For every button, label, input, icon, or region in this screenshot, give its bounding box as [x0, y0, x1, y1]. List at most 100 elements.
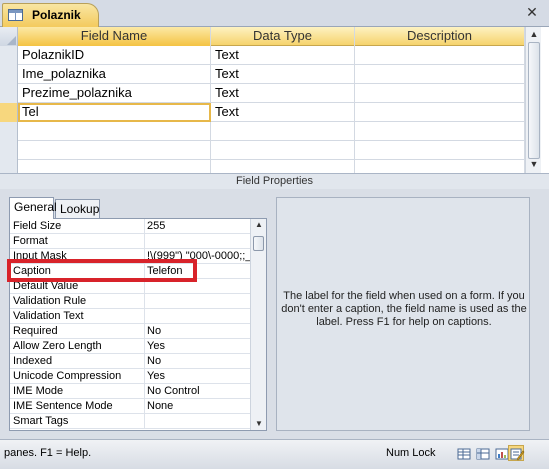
description-cell[interactable] [355, 160, 525, 173]
property-label: Field Size [13, 220, 62, 232]
table-design-grid: Field Name Data Type Description Polazni… [0, 27, 549, 173]
scroll-down-arrow-icon[interactable]: ▼ [526, 157, 542, 171]
tab-general[interactable]: General [9, 197, 57, 219]
row-selector[interactable] [0, 46, 18, 65]
property-value[interactable]: Yes [144, 369, 250, 384]
row-selector[interactable] [0, 84, 18, 103]
scroll-thumb[interactable] [253, 236, 264, 251]
data-type-cell[interactable]: Text [211, 103, 355, 122]
field-name-cell[interactable] [18, 160, 211, 173]
property-value[interactable] [144, 414, 250, 429]
row-selector[interactable] [0, 65, 18, 84]
data-type-cell[interactable] [211, 122, 355, 141]
status-bar: panes. F1 = Help. Num Lock [0, 439, 549, 469]
table-row[interactable]: PolaznikID Text [0, 46, 525, 65]
header-field-name[interactable]: Field Name [18, 27, 211, 46]
property-value[interactable]: Yes [144, 339, 250, 354]
table-icon [8, 9, 23, 21]
property-label: Format [13, 235, 48, 247]
design-view-icon[interactable] [508, 445, 525, 461]
property-value[interactable] [144, 309, 250, 324]
property-label: Smart Tags [13, 415, 69, 427]
description-cell[interactable] [355, 65, 525, 84]
properties-scrollbar[interactable]: ▲ ▼ [250, 219, 266, 430]
description-cell[interactable] [355, 141, 525, 160]
property-row[interactable]: Validation Text [10, 309, 250, 324]
scroll-up-arrow-icon[interactable]: ▲ [526, 27, 542, 41]
property-help-panel: The label for the field when used on a f… [276, 197, 530, 431]
data-type-cell[interactable] [211, 160, 355, 173]
tab-title: Polaznik [32, 8, 81, 22]
property-label: Validation Rule [13, 295, 87, 307]
field-name-cell[interactable]: Prezime_polaznika [18, 84, 211, 103]
property-row[interactable]: Validation Rule [10, 294, 250, 309]
help-text: The label for the field when used on a f… [281, 290, 527, 328]
property-value[interactable]: None [144, 399, 250, 414]
header-data-type[interactable]: Data Type [211, 27, 355, 46]
scroll-down-arrow-icon[interactable]: ▼ [251, 418, 267, 430]
document-tab-strip: Polaznik ✕ [0, 0, 549, 28]
status-text: panes. F1 = Help. [4, 447, 92, 459]
data-type-cell[interactable]: Text [211, 84, 355, 103]
scroll-thumb[interactable] [528, 42, 540, 159]
property-value[interactable]: No Control [144, 384, 250, 399]
field-properties-title: Field Properties [0, 173, 549, 189]
field-name-cell[interactable]: Tel [18, 103, 211, 122]
close-icon[interactable]: ✕ [525, 5, 539, 19]
description-cell[interactable] [355, 103, 525, 122]
field-name-cell[interactable] [18, 122, 211, 141]
field-name-cell[interactable]: PolaznikID [18, 46, 211, 65]
tab-lookup[interactable]: Lookup [55, 199, 100, 218]
header-description[interactable]: Description [355, 27, 525, 46]
pivot-chart-view-icon[interactable] [493, 445, 509, 461]
data-type-cell[interactable]: Text [211, 65, 355, 84]
empty-row[interactable] [0, 122, 525, 141]
property-value[interactable]: No [144, 324, 250, 339]
property-row[interactable]: Allow Zero Length Yes [10, 339, 250, 354]
property-sheet: Field Size 255 Format Input Mask !\(999") … [9, 218, 267, 431]
grid-header-row: Field Name Data Type Description [0, 27, 525, 46]
row-selector[interactable] [0, 141, 18, 160]
table-row[interactable]: Ime_polaznika Text [0, 65, 525, 84]
num-lock-indicator: Num Lock [386, 447, 436, 459]
property-row[interactable]: Field Size 255 [10, 219, 250, 234]
property-value[interactable] [144, 234, 250, 249]
property-label: Indexed [13, 355, 53, 367]
row-selector[interactable] [0, 122, 18, 141]
field-name-cell[interactable]: Ime_polaznika [18, 65, 211, 84]
property-row[interactable]: Indexed No [10, 354, 250, 369]
property-row[interactable]: Format [10, 234, 250, 249]
property-row[interactable]: Required No [10, 324, 250, 339]
property-value[interactable]: No [144, 354, 250, 369]
property-row[interactable]: IME Mode No Control [10, 384, 250, 399]
property-row[interactable]: Unicode Compression Yes [10, 369, 250, 384]
row-selector-active[interactable] [0, 103, 18, 122]
data-type-cell[interactable] [211, 141, 355, 160]
property-label: IME Mode [13, 385, 64, 397]
property-label: Allow Zero Length [13, 340, 102, 352]
field-name-cell[interactable] [18, 141, 211, 160]
empty-row[interactable] [0, 160, 525, 173]
row-selector[interactable] [0, 160, 18, 173]
property-value[interactable]: 255 [144, 219, 250, 234]
table-row[interactable]: Prezime_polaznika Text [0, 84, 525, 103]
scroll-up-arrow-icon[interactable]: ▲ [251, 219, 267, 231]
property-label: Validation Text [13, 310, 84, 322]
table-row-selected[interactable]: Tel Text [0, 103, 525, 122]
grid-vertical-scrollbar[interactable]: ▲ ▼ [525, 27, 541, 173]
property-row[interactable]: IME Sentence Mode None [10, 399, 250, 414]
select-all-corner[interactable] [0, 27, 18, 46]
property-label: Unicode Compression [13, 370, 122, 382]
property-row[interactable]: Smart Tags [10, 414, 250, 429]
empty-row[interactable] [0, 141, 525, 160]
description-cell[interactable] [355, 46, 525, 65]
data-type-cell[interactable]: Text [211, 46, 355, 65]
description-cell[interactable] [355, 84, 525, 103]
table-tab-polaznik[interactable]: Polaznik [2, 3, 99, 28]
datasheet-view-icon[interactable] [455, 445, 471, 461]
property-value[interactable] [144, 294, 250, 309]
pivot-table-view-icon[interactable] [474, 445, 490, 461]
property-label: IME Sentence Mode [13, 400, 113, 412]
property-label: Required [13, 325, 58, 337]
description-cell[interactable] [355, 122, 525, 141]
